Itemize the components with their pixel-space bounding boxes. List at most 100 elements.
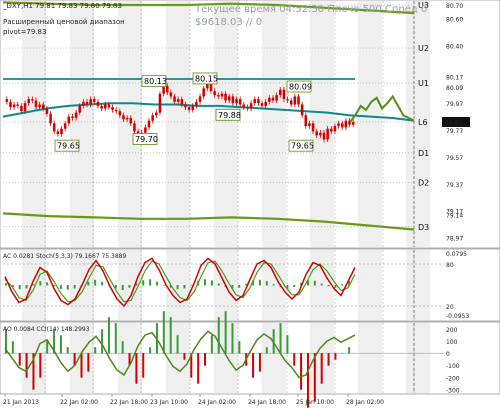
ao-bar <box>279 323 282 354</box>
candle-body <box>34 100 38 108</box>
y-tick-label: 79.97 <box>446 101 463 108</box>
ao-bar <box>142 353 145 378</box>
candle-body <box>187 107 191 110</box>
candle-body <box>184 104 187 108</box>
ac-bar <box>265 281 268 286</box>
ao-bar <box>300 353 303 390</box>
ao-bar <box>320 353 323 384</box>
session-stripe <box>358 1 382 247</box>
candle-body <box>289 100 293 105</box>
candle-body <box>330 128 333 132</box>
candle-body <box>155 112 158 116</box>
ao-y-label: 100 <box>446 339 458 346</box>
candle-body <box>133 123 136 132</box>
candle-body <box>278 89 282 96</box>
candle-body <box>333 126 337 132</box>
candle-body <box>23 103 27 112</box>
ao-bar <box>11 341 14 354</box>
ac-bar <box>313 280 316 286</box>
ac-bar <box>190 284 193 286</box>
ac-bar <box>293 285 296 287</box>
ao-header: AO 0.0084 CCI(14) 148.2993 <box>3 326 90 333</box>
ao-y-label: -100 <box>446 363 460 370</box>
account-balance-watermark: $9618.03 // 0 <box>195 17 262 28</box>
candle-body <box>304 115 308 127</box>
candle-body <box>227 96 231 101</box>
x-tick-label: 28 Jan 02:00 <box>346 399 384 406</box>
ao-bar <box>176 335 179 354</box>
candle-body <box>71 116 74 118</box>
chart-canvas[interactable]: 79.65 79.70 80.13 80.15 79.88 80.09 79.65 80.7… <box>0 0 500 408</box>
ac-bar <box>258 279 261 286</box>
candle-body <box>49 113 52 124</box>
candle-body <box>224 93 227 101</box>
ao-bar <box>293 353 296 366</box>
ao-y-label: -300 <box>446 387 460 394</box>
ac-bar <box>25 285 28 289</box>
candle-body <box>282 89 286 100</box>
ao-y-label: 200 <box>446 327 458 334</box>
ao-bar <box>94 347 97 354</box>
candle-body <box>300 104 304 116</box>
ac-bar <box>155 281 158 286</box>
ac-bar <box>59 285 62 289</box>
ac-bar <box>73 285 76 289</box>
stoch-panel[interactable]: 0.0795 80 20 -0.0953 AC 0.0281 Stoch(5,3,3)… <box>0 248 500 322</box>
ac-bar <box>217 283 220 286</box>
ao-bar <box>197 353 200 384</box>
ao-bar <box>224 311 227 354</box>
candle-body <box>297 96 300 105</box>
candle-body <box>45 108 49 114</box>
candle-body <box>315 131 318 136</box>
ao-panel[interactable]: 200 100 0 -100 -200 -300 AO 0.0084 CCI(14) 14… <box>0 311 500 408</box>
candle-body <box>260 103 264 106</box>
candle-body <box>231 96 235 104</box>
ao-bar <box>210 335 213 354</box>
session-stripe <box>406 323 430 393</box>
session-stripe <box>166 1 190 247</box>
ac-bar <box>32 284 35 286</box>
y-tick-label: 79.77 <box>446 128 463 135</box>
ac-bar <box>210 280 213 286</box>
candle-body <box>217 95 220 97</box>
ao-bar <box>101 329 104 354</box>
ac-bar <box>176 285 179 290</box>
candle-body <box>340 123 344 128</box>
candle-body <box>191 105 195 110</box>
candle-body <box>319 132 322 136</box>
candle-body <box>9 101 12 108</box>
ac-bar <box>94 279 97 286</box>
ao-bar <box>334 353 337 360</box>
candle-body <box>275 95 278 101</box>
ao-bar <box>183 353 186 360</box>
ac-bar <box>46 282 49 286</box>
candle-body <box>93 99 96 102</box>
ac-bar <box>238 285 241 288</box>
y-tick-label: 80.40 <box>446 43 463 50</box>
candle-body <box>85 101 89 105</box>
candle-body <box>118 111 122 116</box>
ac-bar <box>128 285 131 288</box>
ac-bar <box>101 282 104 286</box>
candle-body <box>242 104 246 108</box>
candle-body <box>257 99 260 104</box>
trading-terminal: 79.65 79.70 80.13 80.15 79.88 80.09 79.65 80.7… <box>0 0 500 408</box>
candle-body <box>326 128 329 140</box>
account-time-watermark: Текущее время 04:52:30 Плечо 500 Спред 0 <box>194 4 427 15</box>
candle-body <box>195 101 198 106</box>
candle-body <box>42 104 45 109</box>
ao-bar <box>313 353 316 402</box>
price-tag-text: 80.09 <box>289 83 312 92</box>
candle-body <box>213 91 216 96</box>
ac-bar <box>341 284 344 286</box>
candle-body <box>52 123 56 132</box>
stoch-y-label: -0.0953 <box>446 313 469 320</box>
candle-body <box>293 96 297 105</box>
price-tag-text: 80.13 <box>144 77 167 86</box>
indicator-pivot: pivot=79.83 <box>3 28 46 36</box>
main-price-panel[interactable]: 79.65 79.70 80.13 80.15 79.88 80.09 79.65 80.7… <box>0 0 500 249</box>
current-price-label: 79.83 <box>445 120 462 127</box>
session-stripe <box>262 1 286 247</box>
y-tick-label: 80.70 <box>446 3 463 10</box>
session-stripe <box>22 1 46 247</box>
